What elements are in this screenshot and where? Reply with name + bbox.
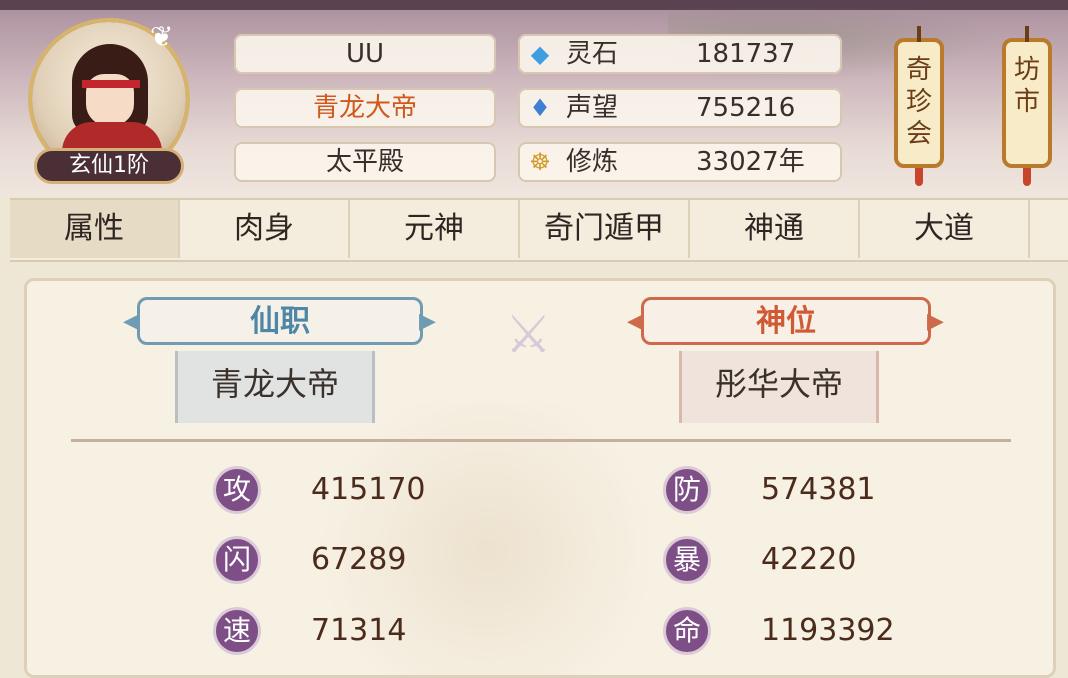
resource-label: 声望 [566, 93, 619, 123]
cultivation-icon: ☸ [529, 148, 551, 176]
divine-rank-value: 彤华大帝 [679, 351, 879, 423]
attack-stat-value: 415170 [311, 472, 426, 507]
defense-stat-value: 574381 [761, 472, 876, 507]
avatar-headband [82, 80, 140, 88]
market-lantern-button[interactable]: 坊市 [1002, 26, 1052, 186]
resource-label: 灵石 [566, 39, 619, 69]
tab-great-dao[interactable]: 大道 [860, 200, 1030, 258]
health-stat-icon: 命 [663, 607, 711, 655]
immortal-post-value: 青龙大帝 [175, 351, 375, 423]
resource-value: 181737 [696, 39, 796, 69]
immortal-post-ribbon: 仙职 [137, 297, 423, 345]
reputation-icon: ♦ [529, 94, 551, 122]
tab-divine-power[interactable]: 神通 [690, 200, 860, 258]
spirit-stone-icon: ◆ [530, 40, 550, 68]
defense-stat-icon: 防 [663, 466, 711, 514]
dodge-stat-value: 67289 [311, 542, 407, 577]
health-stat-value: 1193392 [761, 613, 895, 648]
player-faction: 太平殿 [234, 142, 496, 182]
tab-attributes[interactable]: 属性 [10, 200, 180, 258]
resource-value: 755216 [696, 93, 796, 123]
lantern-label: 坊市 [1014, 55, 1041, 117]
lantern-label: 奇珍会 [906, 55, 933, 149]
critical-stat-icon: 暴 [663, 536, 711, 584]
attack-stat-icon: 攻 [213, 466, 261, 514]
butterfly-icon: ❦ [150, 20, 174, 53]
speed-stat-value: 71314 [311, 613, 407, 648]
divine-rank-ribbon: 神位 [641, 297, 931, 345]
dodge-stat-icon: 闪 [213, 536, 261, 584]
tab-bar: 属性 肉身 元神 奇门遁甲 神通 大道 [10, 198, 1068, 262]
tab-body[interactable]: 肉身 [180, 200, 350, 258]
resource-cultivation: ☸ 修炼 33027年 [518, 142, 842, 182]
tab-spirit[interactable]: 元神 [350, 200, 520, 258]
rank-badge: 玄仙1阶 [34, 148, 184, 184]
ribbon-right-arrow-icon: ▶ [419, 309, 436, 334]
player-name: UU [234, 34, 496, 74]
resource-label: 修炼 [566, 147, 619, 177]
crossed-swords-icon: ⚔ [505, 305, 552, 365]
resource-value: 33027年 [696, 147, 805, 177]
player-header: ❦ 玄仙1阶 UU 青龙大帝 太平殿 ◆ 灵石 181737 ♦ 声望 7552… [0, 0, 1068, 196]
critical-stat-value: 42220 [761, 542, 857, 577]
treasure-fair-lantern-button[interactable]: 奇珍会 [894, 26, 944, 186]
player-title: 青龙大帝 [234, 88, 496, 128]
resource-reputation: ♦ 声望 755216 [518, 88, 842, 128]
divider [71, 439, 1011, 442]
attribute-panel: ◀ 仙职 ▶ 青龙大帝 ⚔ ◀ 神位 ▶ 彤华大帝 攻 415170 闪 672… [24, 278, 1056, 678]
ribbon-right-arrow-icon: ▶ [927, 309, 944, 334]
tab-qimen[interactable]: 奇门遁甲 [520, 200, 690, 258]
speed-stat-icon: 速 [213, 607, 261, 655]
resource-spirit-stone: ◆ 灵石 181737 [518, 34, 842, 74]
